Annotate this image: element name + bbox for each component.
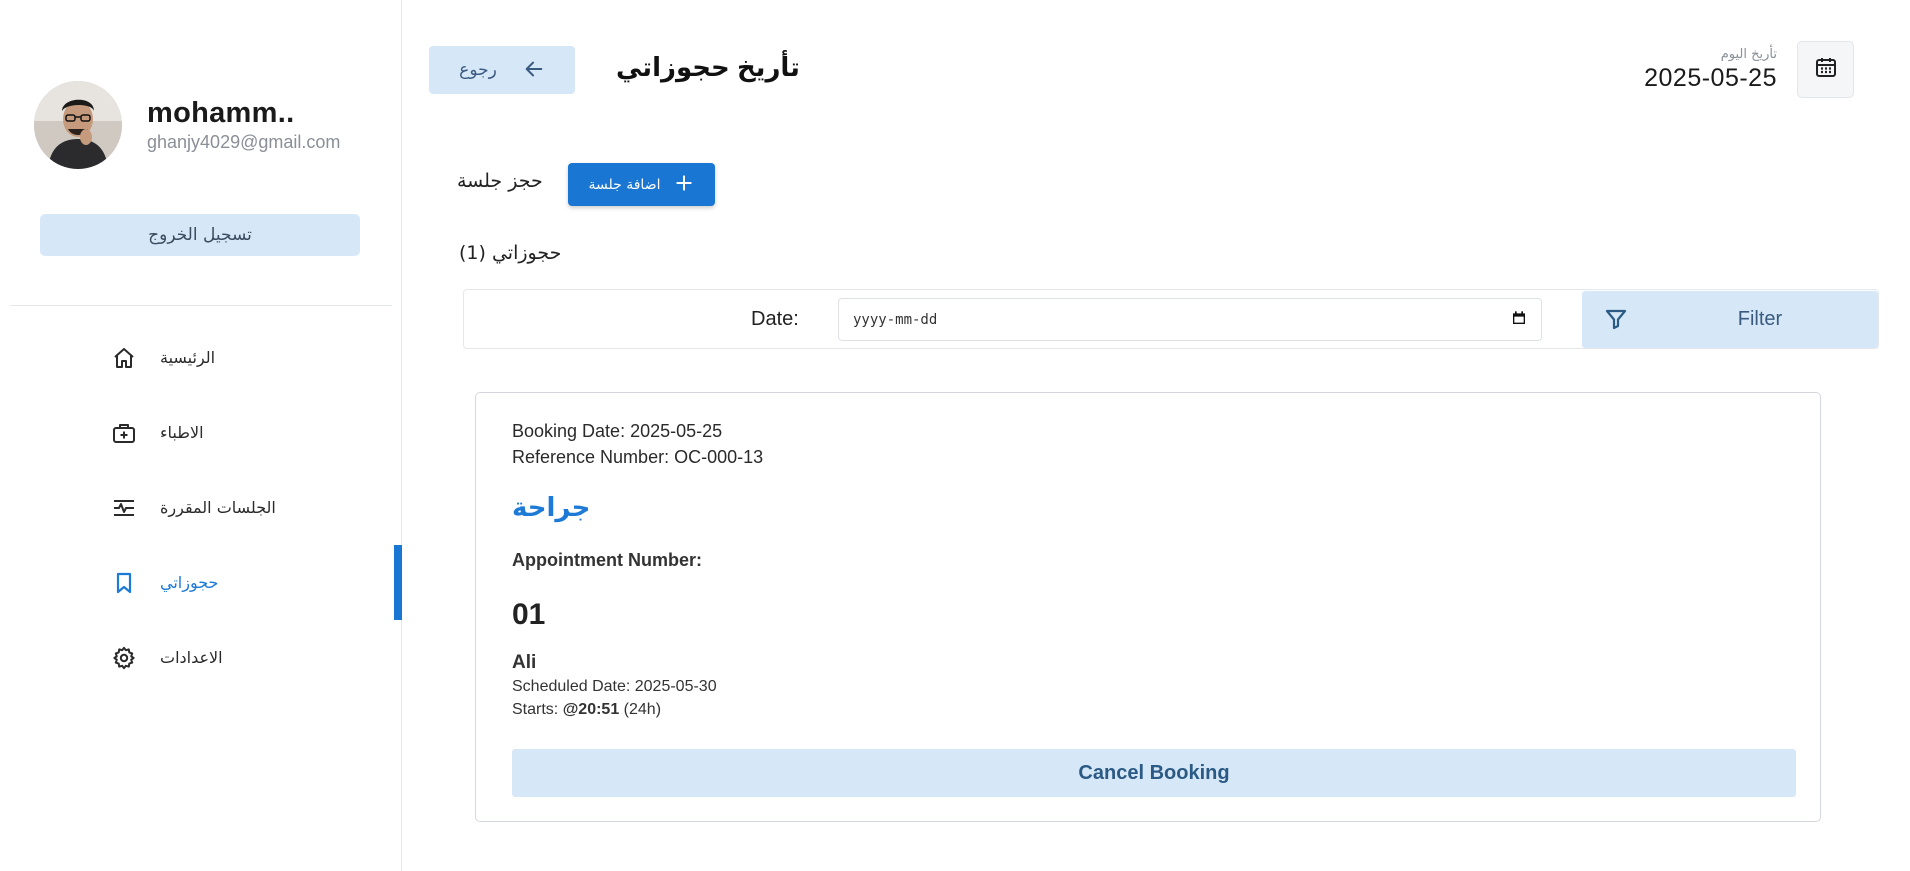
- specialty-title: جراحة: [512, 493, 591, 523]
- profile-block: mohamm.. ghanjy4029@gmail.com: [34, 81, 340, 169]
- profile-text: mohamm.. ghanjy4029@gmail.com: [147, 97, 340, 153]
- page-title: تأريخ حجوزاتي: [616, 52, 800, 82]
- username: mohamm..: [147, 97, 295, 129]
- sidebar-item-label: الرئيسية: [160, 348, 216, 367]
- date-placeholder: yyyy-mm-dd: [853, 311, 938, 328]
- sidebar-item-settings[interactable]: الاعدادات: [0, 620, 402, 695]
- today-date: 2025-05-25: [1644, 64, 1777, 92]
- sidebar-item-sessions[interactable]: الجلسات المقررة: [0, 470, 402, 545]
- doctor-name: Ali: [512, 652, 537, 673]
- gear-icon: [110, 644, 138, 672]
- home-icon: [110, 344, 138, 372]
- reference-number: Reference Number: OC-000-13: [512, 447, 764, 467]
- appointment-label: Appointment Number:: [512, 550, 702, 570]
- filter-button[interactable]: Filter: [1582, 291, 1878, 348]
- medical-bag-icon: [110, 419, 138, 447]
- back-label: رجوع: [459, 60, 497, 80]
- user-email: ghanjy4029@gmail.com: [147, 132, 341, 152]
- bookings-count: حجوزاتي (1): [459, 242, 562, 264]
- today-block: تأريخ اليوم 2025-05-25: [1644, 47, 1777, 93]
- start-suffix: (24h): [619, 701, 662, 718]
- add-session-label: اضافة جلسة: [588, 176, 661, 193]
- arrow-left-icon: [523, 58, 545, 83]
- sidebar-item-doctors[interactable]: الاطباء: [0, 395, 402, 470]
- sidebar-item-label: حجوزاتي: [160, 573, 219, 592]
- start-time-value: @20:51: [562, 701, 620, 718]
- sidebar-item-label: الاطباء: [160, 423, 204, 442]
- logout-button[interactable]: تسجيل الخروج: [40, 214, 360, 256]
- calendar-button[interactable]: [1797, 41, 1854, 98]
- vital-signs-icon: [110, 494, 138, 522]
- sidebar-item-home[interactable]: الرئيسية: [0, 320, 402, 395]
- book-session-label: حجز جلسة: [457, 170, 543, 192]
- booking-date: Booking Date: 2025-05-25: [512, 421, 723, 441]
- active-indicator: [394, 545, 402, 620]
- booking-card: Booking Date: 2025-05-25 Reference Numbe…: [475, 392, 1821, 822]
- date-input[interactable]: yyyy-mm-dd: [838, 298, 1542, 341]
- scheduled-date: Scheduled Date: 2025-05-30: [512, 678, 717, 695]
- filter-label: Filter: [1737, 308, 1783, 330]
- sidebar-item-my-bookings[interactable]: حجوزاتي: [0, 545, 402, 620]
- sidebar-divider: [10, 305, 392, 306]
- date-label: Date:: [751, 308, 799, 330]
- appointment-number: 01: [512, 598, 546, 631]
- sidebar-item-label: الجلسات المقررة: [160, 498, 276, 517]
- filter-bar: Date: yyyy-mm-dd Filter: [463, 289, 1879, 349]
- back-button[interactable]: رجوع: [429, 46, 575, 94]
- start-time: Starts: @20:51 (24h): [512, 701, 661, 719]
- calendar-picker-icon[interactable]: [1511, 310, 1527, 330]
- sidebar-item-label: الاعدادات: [160, 648, 223, 667]
- today-label: تأريخ اليوم: [1720, 47, 1777, 62]
- sidebar: mohamm.. ghanjy4029@gmail.com تسجيل الخر…: [0, 0, 402, 871]
- plus-icon: [674, 173, 694, 197]
- cancel-booking-button[interactable]: Cancel Booking: [512, 749, 1796, 797]
- bookmark-icon: [110, 569, 138, 597]
- add-session-button[interactable]: اضافة جلسة: [568, 163, 715, 206]
- avatar: [34, 81, 122, 169]
- start-prefix: Starts:: [512, 701, 563, 718]
- calendar-icon: [1814, 55, 1838, 84]
